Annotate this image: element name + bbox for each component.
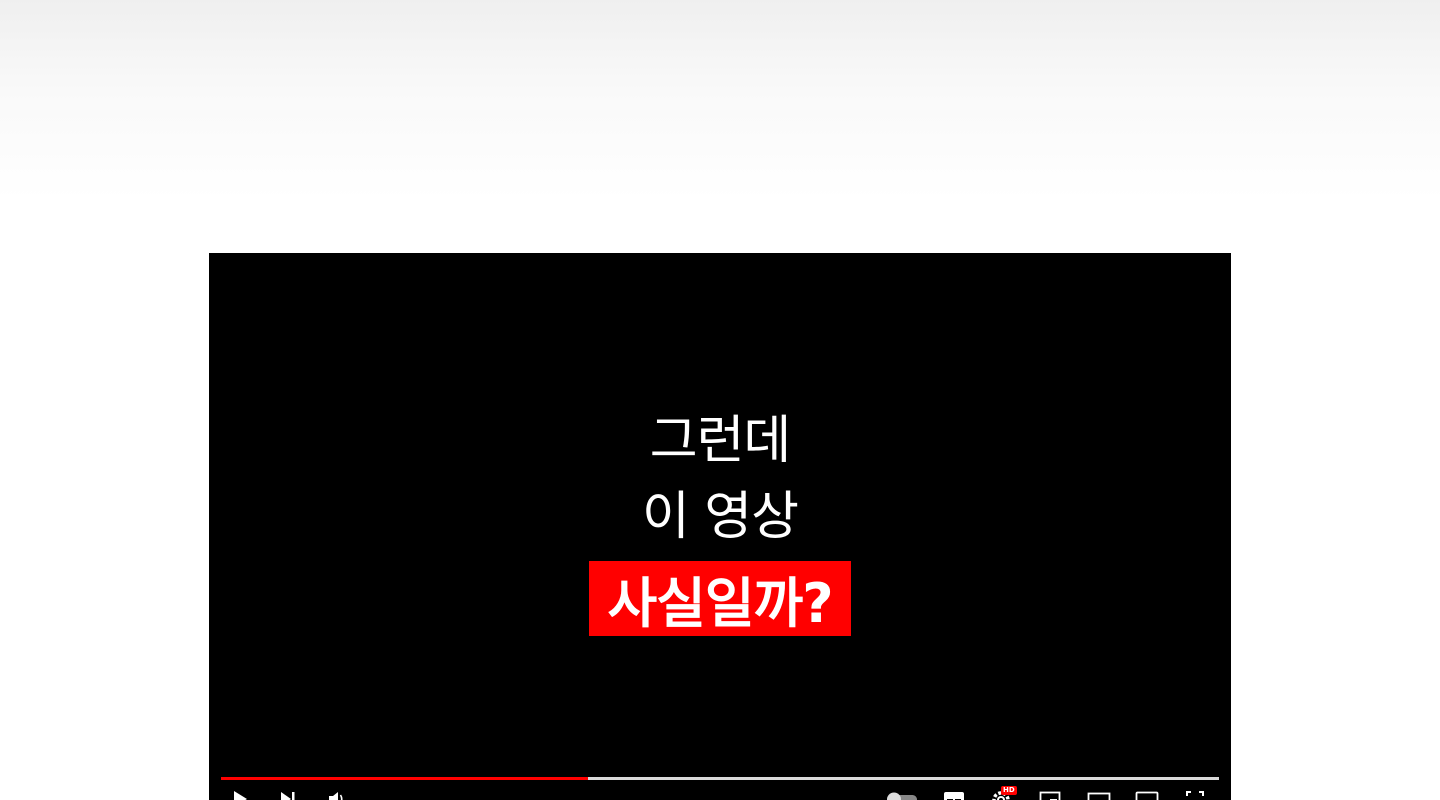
caption-line-1: 그런데 — [649, 411, 792, 471]
miniplayer-icon[interactable] — [1039, 790, 1061, 800]
subtitles-icon[interactable] — [943, 790, 965, 800]
volume-icon[interactable] — [327, 790, 347, 800]
fullscreen-icon[interactable] — [1185, 790, 1205, 800]
settings-icon[interactable]: HD — [991, 786, 1017, 800]
theater-mode-icon[interactable] — [1087, 790, 1111, 800]
hd-badge: HD — [1001, 786, 1017, 795]
progress-played — [221, 777, 589, 780]
video-player[interactable]: 그런데 이 영상 사실일까? HD — [209, 253, 1231, 800]
caption-line-2: 이 영상 — [641, 487, 799, 547]
cast-icon[interactable] — [1135, 790, 1159, 800]
progress-bar[interactable] — [221, 777, 1219, 780]
autoplay-toggle-icon[interactable] — [885, 790, 919, 800]
next-icon[interactable] — [279, 790, 297, 800]
play-icon[interactable] — [231, 790, 249, 800]
player-controls: HD — [209, 786, 1231, 800]
caption-highlight: 사실일까? — [589, 561, 851, 636]
